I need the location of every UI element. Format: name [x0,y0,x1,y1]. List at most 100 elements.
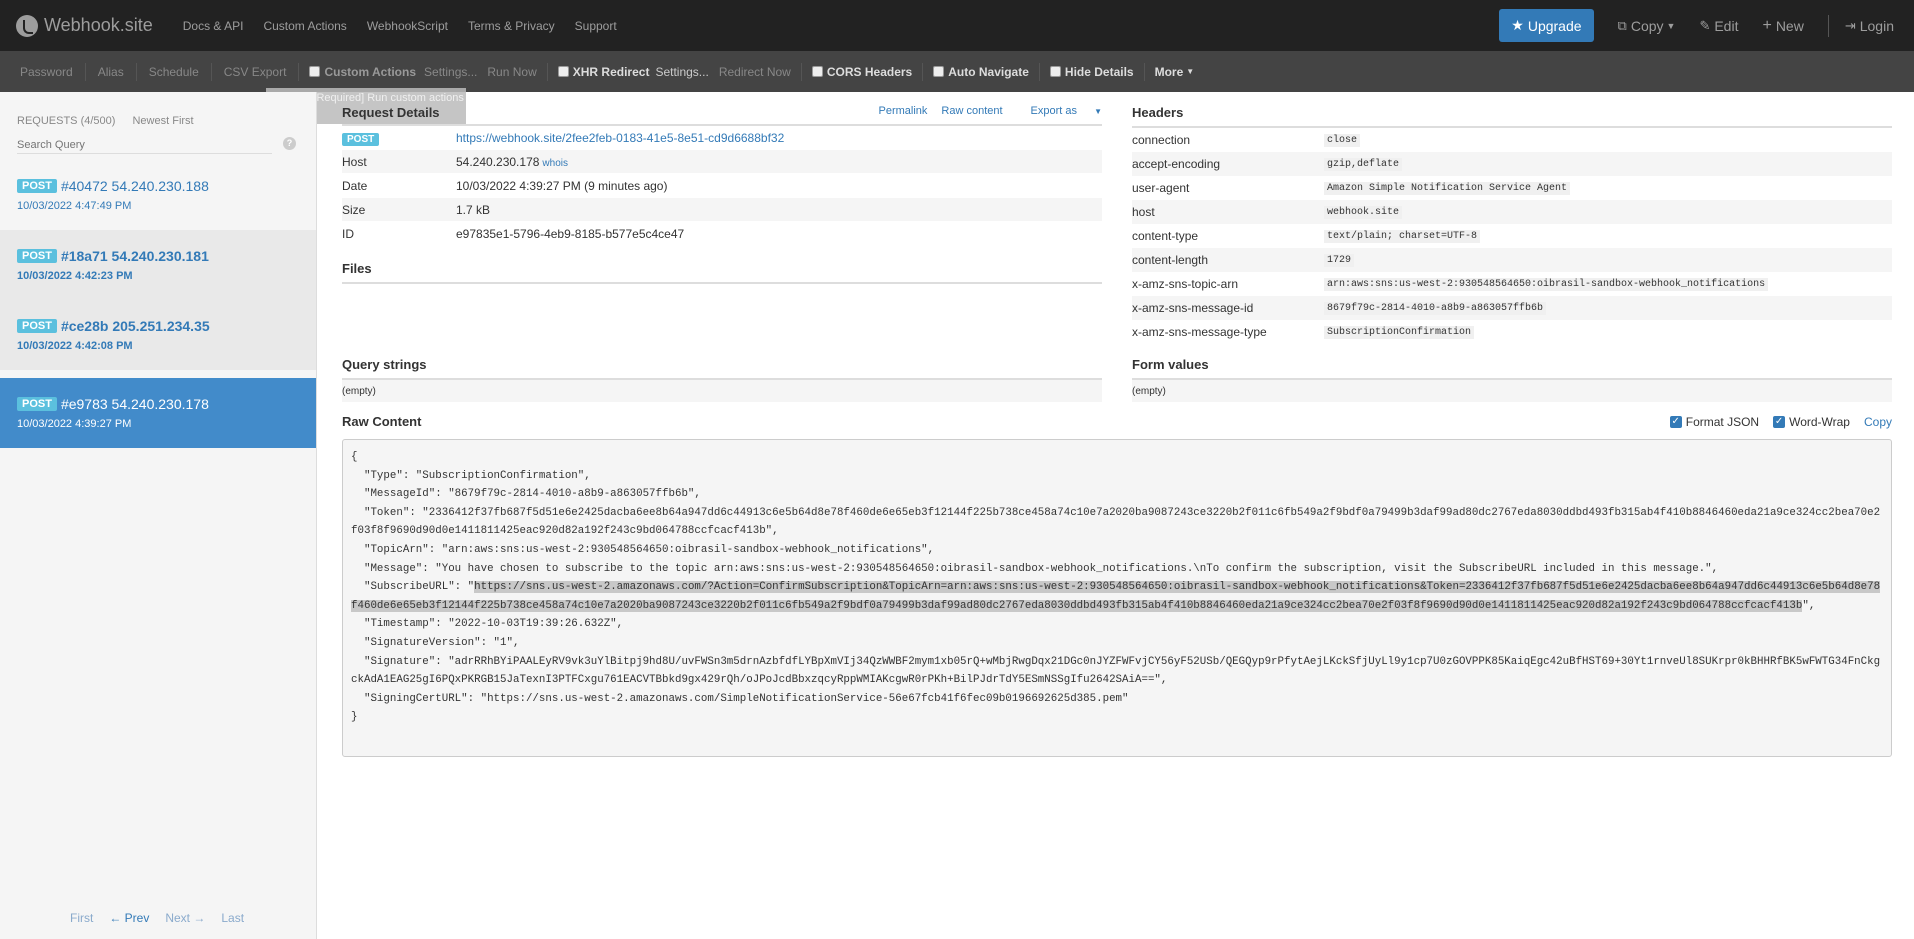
request-label: #40472 54.240.230.188 [60,178,209,194]
new-button[interactable]: + New [1762,17,1803,35]
raw-content-body[interactable]: { "Type": "SubscriptionConfirmation", "M… [342,439,1892,757]
copy-icon: ⧉ [1617,17,1627,33]
whois-link[interactable]: whois [542,158,568,169]
requests-sidebar: REQUESTS (4/500) Newest First ? POST#404… [0,92,317,939]
upgrade-button[interactable]: ★ Upgrade [1499,9,1594,42]
header-row: content-length 1729 [1132,248,1892,272]
headers-title: Headers [1132,105,1892,128]
host-label: Host [342,154,367,169]
url-row: POST https://webhook.site/2fee2feb-0183-… [342,126,1102,150]
run-now-button[interactable]: Run Now [487,63,536,81]
alias-button[interactable]: Alias [86,62,137,81]
nav-link-custom-actions[interactable]: Custom Actions [253,19,356,33]
export-as-dropdown[interactable]: Export as ▼ [1017,105,1102,120]
nav-link-docs-api[interactable]: Docs & API [173,19,254,33]
id-value: e97835e1-5796-4eb9-8185-b577e5c4ce47 [456,226,685,241]
schedule-button[interactable]: Schedule [137,62,212,81]
csv-export-button[interactable]: CSV Export [212,62,300,81]
permalink-link[interactable]: Permalink [878,105,927,120]
star-icon: ★ [1511,17,1524,33]
request-details-title: Request Details [342,105,440,120]
files-title: Files [342,261,1102,284]
method-badge: POST [17,397,57,411]
pager-prev[interactable]: ← Prev [109,911,149,925]
edit-button[interactable]: ✎ Edit [1699,18,1738,34]
format-json-toggle[interactable]: ✓ Format JSON [1669,415,1759,429]
caret-down-icon: ▼ [1094,107,1102,116]
query-strings-panel: Query strings (empty) [342,357,1102,402]
help-icon[interactable]: ? [283,137,296,150]
auto-navigate-group[interactable]: Auto Navigate [923,62,1040,81]
pager-first[interactable]: First [70,911,93,925]
cors-headers-checkbox[interactable] [811,66,823,77]
redirect-now-button[interactable]: Redirect Now [719,63,791,81]
brand[interactable]: Webhook.site [16,14,153,37]
request-details-table: POST https://webhook.site/2fee2feb-0183-… [342,126,1102,246]
copy-raw-button[interactable]: Copy [1864,415,1892,429]
header-row: x-amz-sns-topic-arn arn:aws:sns:us-west-2… [1132,272,1892,296]
hide-details-checkbox[interactable] [1049,66,1061,77]
request-label: #ce28b 205.251.234.35 [60,318,210,334]
login-button[interactable]: ⇥ Login [1845,18,1894,34]
search-input[interactable] [17,139,257,151]
nav-link-support[interactable]: Support [565,19,627,33]
request-item-selected[interactable]: POST #e9783 54.240.230.178 10/03/2022 4:3… [0,378,316,448]
files-panel: Files [342,261,1102,284]
headers-panel: Headers connection close accept-encoding g… [1132,105,1892,344]
sort-newest-first[interactable]: Newest First [132,115,193,127]
pager-last[interactable]: Last [221,911,244,925]
raw-content-title: Raw Content [342,414,422,429]
webhook-logo-icon [16,14,38,37]
caret-down-icon: ▼ [1186,66,1195,76]
host-value: 54.240.230.178 [456,154,540,169]
header-key: accept-encoding [1132,157,1221,171]
custom-actions-group: Custom Actions Settings... Run Now [299,62,548,81]
nav-link-terms-privacy[interactable]: Terms & Privacy [458,19,565,33]
more-dropdown[interactable]: More ▼ [1145,63,1205,81]
checkbox-checked-icon: ✓ [1773,415,1786,428]
header-key: host [1132,205,1155,219]
hide-details-label: Hide Details [1064,64,1134,79]
copy-dropdown[interactable]: ⧉ Copy ▼ [1618,18,1676,34]
auto-navigate-checkbox[interactable] [933,66,945,77]
custom-actions-checkbox[interactable] [309,66,321,77]
search-wrapper [17,136,272,154]
request-item[interactable]: POST #ce28b 205.251.234.35 10/03/2022 4:4… [0,300,316,370]
method-badge: POST [342,132,380,146]
request-time: 10/03/2022 4:47:49 PM [17,200,132,212]
header-key: content-length [1132,253,1209,267]
request-item[interactable]: POST #18a71 54.240.230.181 10/03/2022 4:4… [0,230,316,300]
hide-details-group[interactable]: Hide Details [1040,62,1145,81]
cors-headers-group[interactable]: CORS Headers [802,62,924,81]
header-row: host webhook.site [1132,200,1892,224]
id-label: ID [342,226,354,241]
plus-icon: + [1762,16,1772,34]
raw-content-link[interactable]: Raw content [941,105,1002,120]
pagination: First ← Prev Next → Last [70,911,260,925]
new-label: New [1775,17,1804,34]
word-wrap-toggle[interactable]: ✓ Word-Wrap [1773,415,1850,429]
request-time: 10/03/2022 4:42:23 PM [17,270,133,282]
auto-navigate-label: Auto Navigate [948,64,1029,79]
size-row: Size 1.7 kB [342,198,1102,222]
custom-actions-settings[interactable]: Settings... [424,63,477,81]
id-row: ID e97835e1-5796-4eb9-8185-b577e5c4ce47 [342,222,1102,246]
xhr-redirect-checkbox[interactable] [557,66,569,77]
headers-table: connection close accept-encoding gzip,defl… [1132,128,1892,344]
request-details-panel: Request Details Permalink Raw content Ex… [342,105,1102,246]
request-label: #18a71 54.240.230.181 [60,248,209,264]
header-row: connection close [1132,128,1892,152]
header-row: x-amz-sns-message-id 8679f79c-2814-4010-a… [1132,296,1892,320]
request-url-link[interactable]: https://webhook.site/2fee2feb-0183-41e5-… [456,131,784,145]
xhr-settings-button[interactable]: Settings... [655,63,708,81]
login-icon: ⇥ [1844,17,1856,33]
raw-body-selection: https://sns.us-west-2.amazonaws.com/?Act… [351,581,1881,612]
header-value: SubscriptionConfirmation [1324,325,1475,339]
pager-next[interactable]: Next → [165,911,205,925]
xhr-redirect-label: XHR Redirect [572,64,650,79]
password-button[interactable]: Password [0,62,86,81]
request-item[interactable]: POST #40472 54.240.230.188 10/03/2022 4:4… [0,160,316,230]
request-time: 10/03/2022 4:42:08 PM [17,340,133,352]
nav-link-webhookscript[interactable]: WebhookScript [357,19,458,33]
word-wrap-label: Word-Wrap [1789,414,1850,429]
